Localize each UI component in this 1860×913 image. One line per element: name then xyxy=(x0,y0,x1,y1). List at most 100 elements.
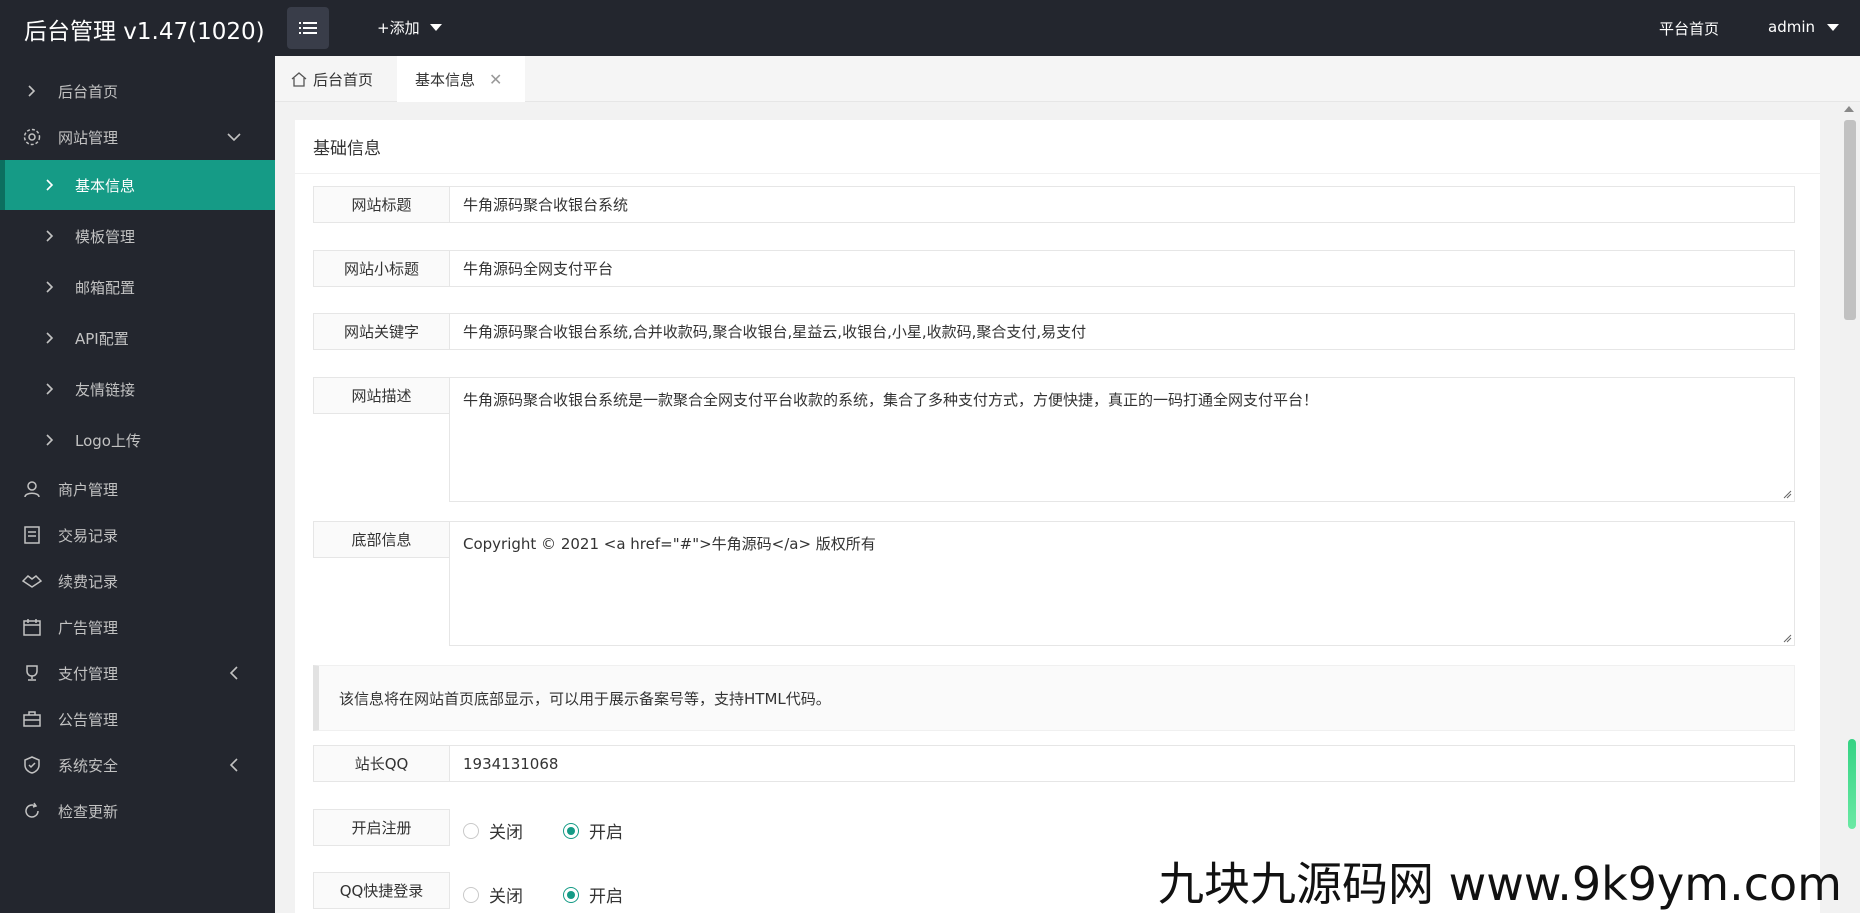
sidebar-item-label: 系统安全 xyxy=(58,756,119,775)
radio-label: 关闭 xyxy=(489,887,523,907)
resize-handle-icon[interactable] xyxy=(1782,633,1792,643)
sidebar-item-check-update[interactable]: 检查更新 xyxy=(0,788,275,834)
add-menu[interactable]: +添加 xyxy=(377,17,442,38)
sidebar-item-api-config[interactable]: API配置 xyxy=(0,315,275,361)
sidebar-item-logo-upload[interactable]: Logo上传 xyxy=(0,417,275,463)
chevron-right-icon xyxy=(40,328,60,348)
page-tabs: 后台首页 基本信息 ✕ xyxy=(275,56,1860,102)
chevron-left-icon xyxy=(225,756,243,774)
card-title: 基础信息 xyxy=(313,139,381,159)
sidebar-item-email-config[interactable]: 邮箱配置 xyxy=(0,264,275,310)
tab-home[interactable]: 后台首页 xyxy=(291,56,373,102)
tab-home-label: 后台首页 xyxy=(313,70,374,89)
scroll-up-icon[interactable] xyxy=(1844,106,1854,112)
receipt-icon xyxy=(22,525,42,545)
close-icon[interactable]: ✕ xyxy=(489,70,502,89)
calendar-icon xyxy=(22,617,42,637)
sidebar-item-label: 广告管理 xyxy=(58,618,119,637)
home-icon xyxy=(291,71,307,87)
chevron-right-icon xyxy=(22,81,42,101)
site-subtitle-label: 网站小标题 xyxy=(313,250,450,287)
scroll-indicator xyxy=(1848,739,1856,829)
footer-info-label: 底部信息 xyxy=(313,521,450,558)
sidebar-item-label: 后台首页 xyxy=(58,82,119,101)
refresh-icon xyxy=(22,801,42,821)
chevron-down-icon xyxy=(225,128,243,146)
sidebar-item-ads[interactable]: 广告管理 xyxy=(0,604,275,650)
basic-info-card: 基础信息 网站标题 牛角源码聚合收银台系统 网站小标题 牛角源码全网支付平台 网… xyxy=(295,120,1820,913)
site-subtitle-input[interactable]: 牛角源码全网支付平台 xyxy=(449,250,1795,287)
radio-label: 开启 xyxy=(589,887,623,907)
admin-qq-input[interactable]: 1934131068 xyxy=(449,745,1795,782)
chevron-left-icon xyxy=(225,664,243,682)
qq-login-on-radio[interactable]: 开启 xyxy=(563,882,623,907)
sidebar: 后台首页 网站管理 基本信息 模板管理 邮箱配置 API配置 友情链接 Logo… xyxy=(0,56,275,913)
sidebar-item-renewals[interactable]: 续费记录 xyxy=(0,558,275,604)
register-on-radio[interactable]: 开启 xyxy=(563,818,623,843)
caret-down-icon xyxy=(1827,23,1839,31)
resize-handle-icon[interactable] xyxy=(1782,489,1792,499)
divider xyxy=(295,173,1820,174)
radio-label: 开启 xyxy=(589,823,623,843)
qq-login-off-radio[interactable]: 关闭 xyxy=(463,882,523,907)
footer-info-text: Copyright © 2021 <a href="#">牛角源码</a> 版权… xyxy=(463,535,876,553)
register-off-radio[interactable]: 关闭 xyxy=(463,818,523,843)
sidebar-item-announcements[interactable]: 公告管理 xyxy=(0,696,275,742)
sidebar-item-label: 网站管理 xyxy=(58,128,119,147)
sidebar-item-dashboard[interactable]: 后台首页 xyxy=(0,68,275,114)
sidebar-item-label: 友情链接 xyxy=(75,380,136,399)
sidebar-item-label: 公告管理 xyxy=(58,710,119,729)
sidebar-item-label: 邮箱配置 xyxy=(75,278,136,297)
site-title-label: 网站标题 xyxy=(313,186,450,223)
scroll-thumb[interactable] xyxy=(1844,120,1856,320)
sidebar-item-transactions[interactable]: 交易记录 xyxy=(0,512,275,558)
app-title: 后台管理 v1.47(1020) xyxy=(24,19,265,45)
sidebar-item-label: Logo上传 xyxy=(75,431,141,450)
sidebar-item-label: 基本信息 xyxy=(75,176,136,195)
sidebar-item-label: 续费记录 xyxy=(58,572,119,591)
add-menu-label: +添加 xyxy=(377,19,420,37)
chevron-right-icon xyxy=(40,175,60,195)
handshake-icon xyxy=(22,571,42,591)
sidebar-item-security[interactable]: 系统安全 xyxy=(0,742,275,788)
gear-icon xyxy=(22,127,42,147)
chevron-right-icon xyxy=(40,379,60,399)
sidebar-item-site-management[interactable]: 网站管理 xyxy=(0,114,275,160)
caret-down-icon xyxy=(429,24,442,31)
sidebar-item-label: 模板管理 xyxy=(75,227,136,246)
sidebar-item-merchants[interactable]: 商户管理 xyxy=(0,466,275,512)
user-menu[interactable]: admin xyxy=(1768,18,1839,36)
sidebar-item-payments[interactable]: 支付管理 xyxy=(0,650,275,696)
sidebar-item-templates[interactable]: 模板管理 xyxy=(0,213,275,259)
list-icon xyxy=(299,22,317,34)
admin-qq-label: 站长QQ xyxy=(313,745,450,782)
site-description-label: 网站描述 xyxy=(313,377,450,414)
site-keywords-input[interactable]: 牛角源码聚合收银台系统,合并收款码,聚合收银台,星益云,收银台,小星,收款码,聚… xyxy=(449,313,1795,350)
trophy-icon xyxy=(22,663,42,683)
sidebar-item-label: 支付管理 xyxy=(58,664,119,683)
footer-info-textarea[interactable]: Copyright © 2021 <a href="#">牛角源码</a> 版权… xyxy=(449,521,1795,646)
register-label: 开启注册 xyxy=(313,809,450,846)
tab-basic-info-label: 基本信息 xyxy=(415,70,476,89)
briefcase-icon xyxy=(22,709,42,729)
page-scrollbar[interactable] xyxy=(1840,104,1860,913)
platform-home-link[interactable]: 平台首页 xyxy=(1659,18,1719,39)
chevron-right-icon xyxy=(40,430,60,450)
tab-basic-info[interactable]: 基本信息 ✕ xyxy=(397,56,525,102)
shield-icon xyxy=(22,755,42,775)
site-title-input[interactable]: 牛角源码聚合收银台系统 xyxy=(449,186,1795,223)
sidebar-item-basic-info[interactable]: 基本信息 xyxy=(0,160,275,210)
site-description-textarea[interactable]: 牛角源码聚合收银台系统是一款聚合全网支付平台收款的系统，集合了多种支付方式，方便… xyxy=(449,377,1795,502)
menu-toggle-button[interactable] xyxy=(287,7,329,49)
sidebar-item-label: 交易记录 xyxy=(58,526,119,545)
watermark: 九块九源码网 www.9k9ym.com xyxy=(1158,857,1842,911)
sidebar-item-friend-links[interactable]: 友情链接 xyxy=(0,366,275,412)
radio-checked-icon xyxy=(563,822,579,839)
user-icon xyxy=(22,479,42,499)
footer-hint: 该信息将在网站首页底部显示，可以用于展示备案号等，支持HTML代码。 xyxy=(313,665,1795,731)
radio-circle-icon xyxy=(463,886,479,903)
site-keywords-label: 网站关键字 xyxy=(313,313,450,350)
username: admin xyxy=(1768,18,1815,36)
radio-circle-icon xyxy=(463,822,479,839)
chevron-right-icon xyxy=(40,277,60,297)
